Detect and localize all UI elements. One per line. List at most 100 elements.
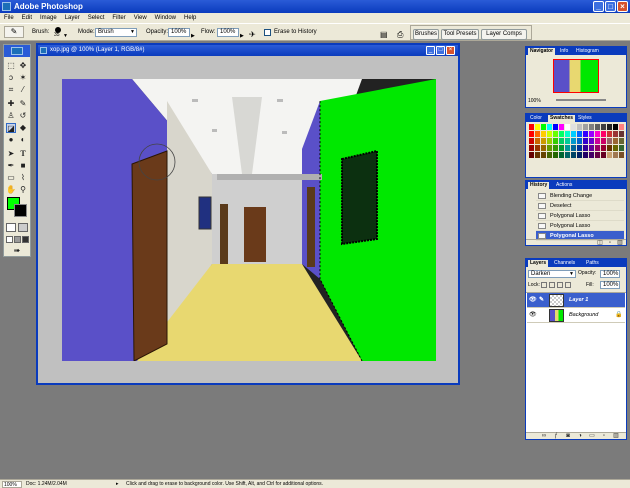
swatch[interactable] [619,124,624,130]
path-selection-tool-icon[interactable]: ➤ [6,149,16,159]
swatch[interactable] [553,145,558,151]
tab-swatches[interactable]: Swatches [548,115,576,122]
swatch[interactable] [553,138,558,144]
swatch[interactable] [577,131,582,137]
swatch[interactable] [601,138,606,144]
swatch[interactable] [553,124,558,130]
swatch[interactable] [589,145,594,151]
swatch[interactable] [607,152,612,158]
history-state[interactable]: Blending Change [536,191,624,201]
swatch[interactable] [565,145,570,151]
layer-row-background[interactable]: 👁 Background 🔒 [527,308,625,323]
swatch[interactable] [547,152,552,158]
quick-mask-icon[interactable] [18,223,28,232]
navigator-thumbnail[interactable] [553,59,599,93]
swatch[interactable] [541,124,546,130]
history-state[interactable]: Polygonal Lasso [536,211,624,221]
new-layer-icon[interactable]: ▫ [600,433,608,440]
history-state[interactable]: Polygonal Lasso [536,221,624,231]
airbrush-icon[interactable]: ✈ [249,27,256,43]
swatch[interactable] [565,138,570,144]
tab-paths[interactable]: Paths [584,260,601,267]
opacity-input[interactable]: 100% [168,28,190,37]
layer-name[interactable]: Background [569,308,598,323]
brush-link-icon[interactable]: ✎ [539,297,544,304]
layer-opacity-input[interactable]: 100% [600,270,620,278]
menu-view[interactable]: View [130,13,151,23]
menu-window[interactable]: Window [151,13,180,23]
swatch[interactable] [541,145,546,151]
tab-channels[interactable]: Channels [552,260,577,267]
flow-input[interactable]: 100% [217,28,239,37]
swatch[interactable] [583,152,588,158]
pen-tool-icon[interactable]: ✒ [6,161,16,171]
menu-edit[interactable]: Edit [18,13,36,23]
magic-wand-tool-icon[interactable]: ✶ [18,73,28,83]
shape-tool-icon[interactable]: ■ [18,161,28,171]
hand-tool-icon[interactable]: ✋ [6,185,16,195]
swatch[interactable] [607,138,612,144]
crop-tool-icon[interactable]: ⌗ [6,85,16,95]
swatch[interactable] [571,124,576,130]
swatch[interactable] [559,131,564,137]
adobe-online-icon[interactable] [11,47,23,55]
well-tab-layer-comps[interactable]: Layer Comps [481,29,527,40]
swatch[interactable] [577,124,582,130]
swatch[interactable] [595,124,600,130]
tab-layers[interactable]: Layers [528,260,549,267]
tab-styles[interactable]: Styles [576,115,594,122]
move-tool-icon[interactable]: ✥ [18,61,28,71]
status-zoom[interactable]: 100% [2,481,22,488]
status-arrow-icon[interactable]: ▸ [116,480,119,488]
clone-stamp-tool-icon[interactable]: ♙ [6,111,16,121]
navigator-zoom[interactable]: 100% [528,98,541,104]
tab-history[interactable]: History [528,182,550,189]
swatch[interactable] [541,131,546,137]
swatch[interactable] [541,152,546,158]
lock-all-icon[interactable] [565,282,571,288]
document-title-bar[interactable]: xop.jpg @ 100% (Layer 1, RGB/8#) _ □ × [38,45,458,56]
swatch[interactable] [553,131,558,137]
close-button[interactable]: × [617,1,628,12]
swatch[interactable] [571,131,576,137]
swatch[interactable] [577,145,582,151]
print-icon[interactable]: ⎙ [397,27,403,43]
swatch[interactable] [547,131,552,137]
type-tool-icon[interactable]: T [18,149,28,159]
link-layers-icon[interactable]: ∞ [540,433,548,440]
swatch[interactable] [619,152,624,158]
navigator-zoom-slider[interactable] [556,99,606,101]
paint-bucket-tool-icon[interactable]: ◆ [18,123,28,133]
swatch[interactable] [613,124,618,130]
swatch[interactable] [601,145,606,151]
dodge-tool-icon[interactable]: ◐ [18,135,28,145]
swatch[interactable] [601,124,606,130]
slice-tool-icon[interactable]: ⁄ [18,85,28,95]
swatch[interactable] [565,124,570,130]
swatch[interactable] [619,131,624,137]
layer-name[interactable]: Layer 1 [569,293,588,308]
swatch[interactable] [547,138,552,144]
eraser-tool-icon[interactable]: ◪ [6,123,16,133]
maximize-button[interactable]: □ [605,1,616,12]
swatch[interactable] [559,124,564,130]
swatch[interactable] [547,145,552,151]
menu-layer[interactable]: Layer [61,13,84,23]
menu-image[interactable]: Image [36,13,61,23]
jump-to-imageready-icon[interactable]: ➠ [12,246,22,256]
swatch[interactable] [529,124,534,130]
menu-file[interactable]: File [0,13,18,23]
trash-icon[interactable]: ▥ [616,240,624,247]
layer-mask-icon[interactable]: ◙ [564,433,572,440]
screen-mode-standard-icon[interactable] [6,236,13,243]
blend-mode-select[interactable]: Darken ▼ [528,270,576,278]
swatch[interactable] [589,131,594,137]
swatch[interactable] [589,152,594,158]
swatch[interactable] [571,138,576,144]
swatch[interactable] [601,152,606,158]
well-tab-tool-presets[interactable]: Tool Presets [441,29,479,40]
doc-minimize-button[interactable]: _ [426,46,435,55]
lock-transparency-icon[interactable] [541,282,547,288]
eyedropper-tool-icon[interactable]: ⌇ [18,173,28,183]
swatch[interactable] [595,138,600,144]
